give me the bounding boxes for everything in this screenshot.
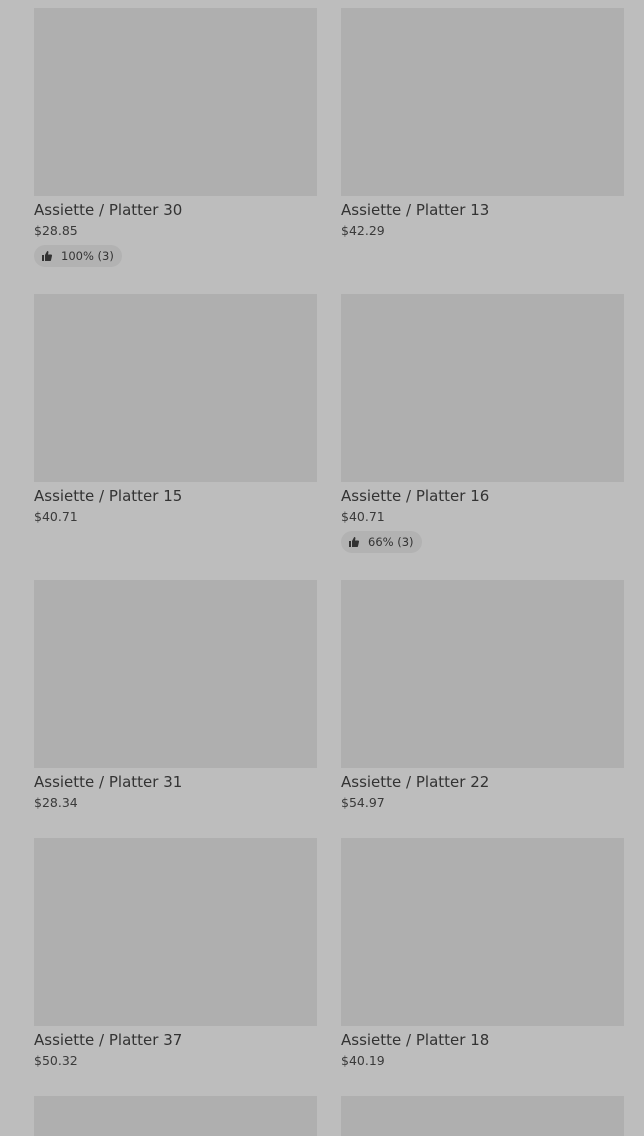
product-title[interactable]: Assiette / Platter 13 (341, 200, 624, 220)
product-card[interactable]: Assiette / Platter 15 $40.71 (34, 294, 317, 580)
rating-text: 100% (3) (61, 249, 114, 263)
product-price: $28.34 (34, 795, 78, 810)
product-card[interactable]: Assiette / Platter 37 $50.32 (34, 838, 317, 1096)
product-image[interactable] (341, 838, 624, 1026)
product-image[interactable] (341, 580, 624, 768)
rating-text: 66% (3) (368, 535, 414, 549)
product-image[interactable] (341, 294, 624, 482)
thumbs-up-icon (348, 536, 360, 548)
product-title[interactable]: Assiette / Platter 30 (34, 200, 317, 220)
product-title[interactable]: Assiette / Platter 22 (341, 772, 624, 792)
product-card[interactable] (341, 1096, 624, 1136)
product-price: $50.32 (34, 1053, 78, 1068)
product-title[interactable]: Assiette / Platter 31 (34, 772, 317, 792)
product-image[interactable] (341, 1096, 624, 1136)
product-price: $40.71 (341, 509, 385, 524)
product-image[interactable] (34, 838, 317, 1026)
product-price: $40.19 (341, 1053, 385, 1068)
product-title[interactable]: Assiette / Platter 37 (34, 1030, 317, 1050)
product-card[interactable]: Assiette / Platter 22 $54.97 (341, 580, 624, 838)
product-image[interactable] (34, 294, 317, 482)
product-grid: Assiette / Platter 30 $28.85 100% (3) As… (34, 8, 624, 1136)
product-title[interactable]: Assiette / Platter 15 (34, 486, 317, 506)
product-price: $40.71 (34, 509, 78, 524)
rating-badge: 100% (3) (34, 245, 122, 267)
product-card[interactable]: Assiette / Platter 30 $28.85 100% (3) (34, 8, 317, 294)
product-image[interactable] (34, 8, 317, 196)
product-image[interactable] (341, 8, 624, 196)
rating-badge: 66% (3) (341, 531, 422, 553)
product-card[interactable]: Assiette / Platter 18 $40.19 (341, 838, 624, 1096)
product-price: $28.85 (34, 223, 78, 238)
product-price: $54.97 (341, 795, 385, 810)
product-image[interactable] (34, 1096, 317, 1136)
product-card[interactable]: Assiette / Platter 31 $28.34 (34, 580, 317, 838)
product-title[interactable]: Assiette / Platter 16 (341, 486, 624, 506)
product-card[interactable]: Assiette / Platter 13 $42.29 (341, 8, 624, 294)
product-card[interactable] (34, 1096, 317, 1136)
product-title[interactable]: Assiette / Platter 18 (341, 1030, 624, 1050)
product-image[interactable] (34, 580, 317, 768)
product-price: $42.29 (341, 223, 385, 238)
product-card[interactable]: Assiette / Platter 16 $40.71 66% (3) (341, 294, 624, 580)
thumbs-up-icon (41, 250, 53, 262)
